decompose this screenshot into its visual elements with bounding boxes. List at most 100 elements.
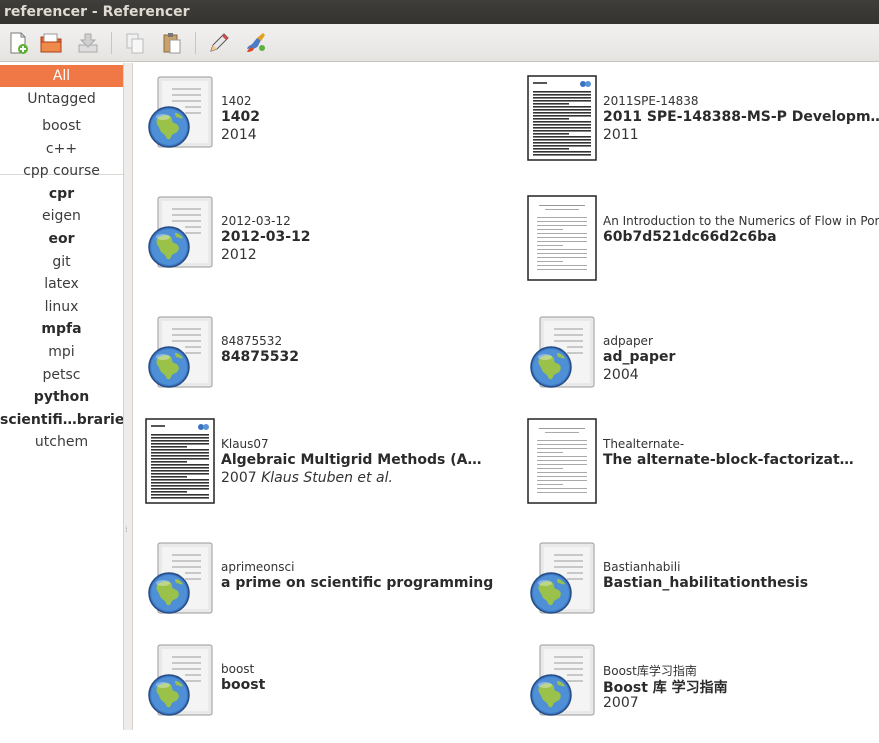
sidebar-tag-item[interactable]: latex bbox=[0, 273, 123, 295]
pane-divider[interactable] bbox=[124, 63, 133, 730]
document-year: 2007 bbox=[221, 470, 257, 486]
document-title: 84875532 bbox=[221, 349, 299, 365]
document-key: An Introduction to the Numerics of Flow … bbox=[603, 214, 879, 228]
document-thumbnail[interactable] bbox=[145, 315, 213, 401]
add-document-icon bbox=[10, 32, 28, 54]
download-button[interactable] bbox=[74, 30, 102, 56]
tag-sidebar: All Untagged boost c++ cpp course cpr eigen e… bbox=[0, 63, 124, 730]
document-title: a prime on scientific programming bbox=[221, 575, 494, 591]
document-title: The alternate-block-factorizat… bbox=[603, 452, 854, 468]
document-title: ad_paper bbox=[603, 349, 676, 365]
document-meta: 2007 Klaus Stuben et al. bbox=[221, 470, 393, 486]
paint-button[interactable] bbox=[242, 30, 270, 56]
document-thumbnail[interactable] bbox=[527, 418, 597, 504]
document-authors: Klaus Stuben et al. bbox=[261, 470, 393, 486]
document-item[interactable]: boost boost bbox=[145, 643, 515, 743]
document-thumbnail[interactable] bbox=[145, 541, 213, 627]
document-key: adpaper bbox=[603, 334, 653, 348]
document-item[interactable]: adpaper ad_paper 2004 bbox=[527, 315, 879, 415]
sidebar-tag-item[interactable]: petsc bbox=[0, 364, 123, 386]
document-item[interactable]: 2012-03-12 2012-03-12 2012 bbox=[145, 195, 515, 295]
paper-thumbnail bbox=[527, 418, 597, 504]
sidebar-tag-item[interactable]: cpr bbox=[0, 183, 123, 205]
document-item[interactable]: Bastianhabili Bastian_habilitationthesis bbox=[527, 541, 879, 641]
paper-thumbnail bbox=[145, 418, 215, 504]
document-item[interactable]: 1402 1402 2014 bbox=[145, 75, 515, 175]
toolbar-separator bbox=[111, 32, 112, 54]
document-icon bbox=[148, 316, 213, 388]
sidebar-tag-item[interactable]: utchem bbox=[0, 431, 123, 453]
document-icon bbox=[148, 644, 213, 716]
sidebar-tag-item[interactable]: c++ bbox=[0, 138, 123, 160]
document-thumbnail[interactable] bbox=[145, 75, 213, 161]
document-icon bbox=[148, 76, 213, 148]
sidebar-tag-item[interactable]: cpp course bbox=[0, 160, 123, 182]
sidebar-tag-item[interactable]: scientifi…braries bbox=[0, 409, 123, 431]
sidebar-tag-item[interactable]: linux bbox=[0, 296, 123, 318]
document-icon bbox=[148, 196, 213, 268]
document-thumbnail[interactable] bbox=[527, 195, 597, 281]
document-title: 60b7d521dc66d2c6ba bbox=[603, 229, 777, 245]
document-icon bbox=[530, 316, 595, 388]
document-thumbnail[interactable] bbox=[145, 643, 213, 729]
document-item[interactable]: Thealternate- The alternate-block-factori… bbox=[527, 418, 879, 518]
document-key: 84875532 bbox=[221, 334, 283, 348]
edit-button[interactable] bbox=[205, 30, 233, 56]
document-year: 2011 bbox=[603, 127, 639, 143]
document-meta: 2004 bbox=[603, 367, 639, 383]
sidebar-tag-item[interactable]: mpfa bbox=[0, 318, 123, 340]
document-title: Algebraic Multigrid Methods (A… bbox=[221, 452, 482, 468]
document-thumbnail[interactable] bbox=[145, 195, 213, 281]
sidebar-tag-item[interactable]: eor bbox=[0, 228, 123, 250]
document-title: Bastian_habilitationthesis bbox=[603, 575, 809, 591]
document-meta: 2012 bbox=[221, 247, 257, 263]
sidebar-tag-item[interactable]: mpi bbox=[0, 341, 123, 363]
sidebar-item-untagged[interactable]: Untagged bbox=[0, 88, 123, 110]
document-meta: 2014 bbox=[221, 127, 257, 143]
window-title: referencer - Referencer bbox=[0, 0, 879, 24]
document-title: Boost 库 学习指南 bbox=[603, 680, 728, 696]
document-icon bbox=[148, 542, 213, 614]
document-icon bbox=[530, 542, 595, 614]
document-item[interactable]: 2011SPE-14838 2011 SPE-148388-MS-P Develo… bbox=[527, 75, 879, 175]
document-item[interactable]: Klaus07 Algebraic Multigrid Methods (A… 20… bbox=[145, 418, 515, 518]
sidebar-tag-item[interactable]: boost bbox=[0, 115, 123, 137]
document-year: 2004 bbox=[603, 367, 639, 383]
download-icon bbox=[78, 33, 98, 53]
sidebar-tag-item[interactable]: python bbox=[0, 386, 123, 408]
pencil-icon bbox=[210, 33, 229, 52]
document-grid: 1402 1402 2014 2011SPE-14838 2011 SPE-148388… bbox=[133, 63, 879, 730]
document-thumbnail[interactable] bbox=[527, 541, 595, 627]
toolbar-separator bbox=[195, 32, 196, 54]
document-year: 2012 bbox=[221, 247, 257, 263]
document-key: 1402 bbox=[221, 94, 252, 108]
sidebar-tag-item[interactable]: eigen bbox=[0, 205, 123, 227]
document-thumbnail[interactable] bbox=[527, 315, 595, 401]
document-title: 2011 SPE-148388-MS-P Developm… bbox=[603, 109, 879, 125]
paste-button[interactable] bbox=[158, 30, 186, 56]
document-meta: 2011 bbox=[603, 127, 639, 143]
document-key: Klaus07 bbox=[221, 437, 269, 451]
paper-thumbnail bbox=[527, 75, 597, 161]
paint-icon bbox=[247, 33, 265, 52]
document-title: 1402 bbox=[221, 109, 260, 125]
document-key: Bastianhabili bbox=[603, 560, 681, 574]
document-key: aprimeonsci bbox=[221, 560, 295, 574]
document-item[interactable]: Boost库学习指南 Boost 库 学习指南 2007 bbox=[527, 643, 879, 743]
document-key: 2012-03-12 bbox=[221, 214, 291, 228]
document-thumbnail[interactable] bbox=[145, 418, 215, 504]
document-year: 2007 bbox=[603, 695, 639, 711]
sidebar-tag-item[interactable]: git bbox=[0, 251, 123, 273]
document-thumbnail[interactable] bbox=[527, 643, 595, 729]
open-folder-icon bbox=[40, 33, 62, 53]
document-title: boost bbox=[221, 677, 266, 693]
add-document-button[interactable] bbox=[4, 30, 32, 56]
document-item[interactable]: An Introduction to the Numerics of Flow … bbox=[527, 195, 879, 295]
document-item[interactable]: 84875532 84875532 bbox=[145, 315, 515, 415]
document-item[interactable]: aprimeonsci a prime on scientific program… bbox=[145, 541, 515, 641]
copy-button[interactable] bbox=[121, 30, 149, 56]
open-folder-button[interactable] bbox=[37, 30, 65, 56]
document-thumbnail[interactable] bbox=[527, 75, 597, 161]
sidebar-item-all[interactable]: All bbox=[0, 65, 123, 87]
pane-resize-grip[interactable]: ⁞ bbox=[125, 526, 131, 536]
